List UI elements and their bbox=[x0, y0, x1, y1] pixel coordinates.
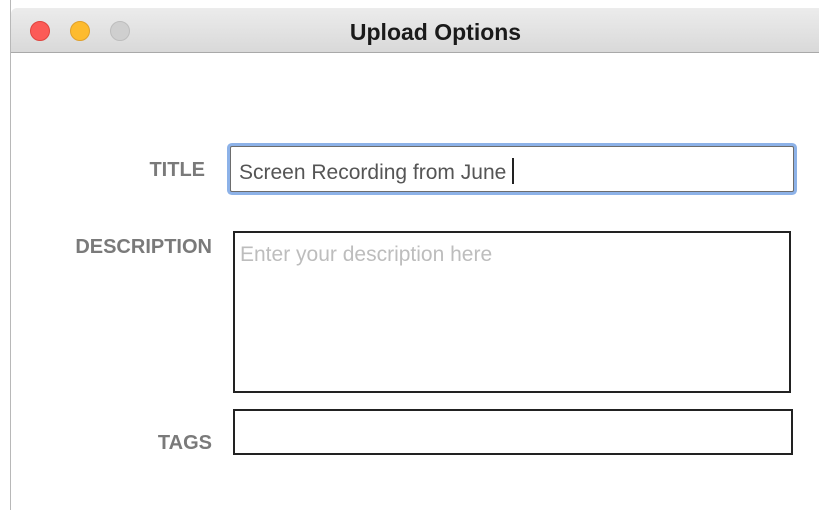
title-label: TITLE bbox=[149, 159, 205, 181]
tags-input[interactable] bbox=[233, 409, 793, 455]
text-caret bbox=[512, 158, 515, 184]
description-label: DESCRIPTION bbox=[75, 236, 212, 258]
upload-options-window: Upload Options TITLE Screen Recording fr… bbox=[10, 0, 819, 510]
window-title: Upload Options bbox=[349, 19, 522, 45]
title-input-value: Screen Recording from June bbox=[239, 158, 515, 185]
description-textarea[interactable]: Enter your description here bbox=[233, 231, 791, 393]
title-input[interactable]: Screen Recording from June bbox=[230, 146, 794, 192]
description-placeholder: Enter your description here bbox=[240, 243, 493, 266]
title-bar[interactable]: Upload Options bbox=[11, 8, 819, 53]
tags-label: TAGS bbox=[157, 432, 212, 454]
